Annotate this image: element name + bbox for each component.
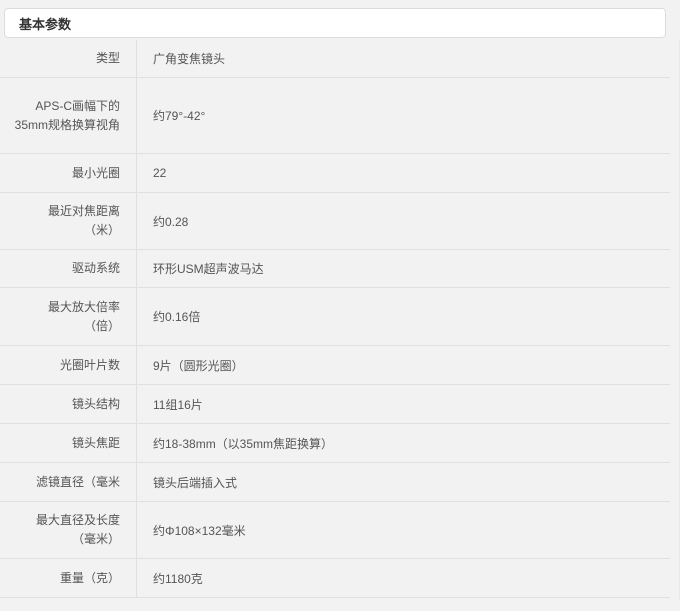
spec-row-dimensions: 最大直径及长度（毫米） 约Φ108×132毫米 xyxy=(0,502,670,559)
spec-label: 滤镜直径（毫米 xyxy=(0,463,137,501)
spec-value: 环形USM超声波马达 xyxy=(153,262,264,276)
spec-row-filter: 滤镜直径（毫米 镜头后端插入式 xyxy=(0,463,670,502)
spec-row-magnification: 最大放大倍率（倍） 约0.16倍 xyxy=(0,288,670,346)
spec-label: 最大放大倍率（倍） xyxy=(0,288,137,345)
spec-row-drive: 驱动系统 环形USM超声波马达 xyxy=(0,250,670,288)
spec-row-focal-length: 镜头焦距 约18-38mm（以35mm焦距换算） xyxy=(0,424,670,463)
spec-value: 镜头后端插入式 xyxy=(153,475,238,490)
spec-label: 最近对焦距离（米） xyxy=(0,193,137,249)
spec-label-text: APS-C画幅下的35mm规格换算视角 xyxy=(14,98,120,132)
spec-value: 9片（圆形光圈） xyxy=(153,358,244,373)
spec-row-min-aperture: 最小光圈 22 xyxy=(0,154,670,193)
spec-row-construction: 镜头结构 11组16片 xyxy=(0,385,670,424)
spec-value: 约Φ108×132毫米 xyxy=(153,523,246,538)
spec-label: 最小光圈 xyxy=(0,154,137,192)
spec-row-weight: 重量（克） 约1180克 xyxy=(0,559,670,598)
spec-label-text: 最大直径及长度（毫米） xyxy=(35,513,120,546)
spec-row-min-focus: 最近对焦距离（米） 约0.28 xyxy=(0,193,670,250)
spec-row-view-angle: APS-C画幅下的35mm规格换算视角 约79°-42° xyxy=(0,78,670,154)
spec-value: 约18-38mm（以35mm焦距换算） xyxy=(153,436,334,451)
spec-label: 镜头焦距 xyxy=(0,424,137,462)
spec-panel: 基本参数 类型 广角变焦镜头 APS-C画幅下的35mm规格换算视角 约79°-… xyxy=(0,0,680,611)
spec-value: 广角变焦镜头 xyxy=(153,52,226,66)
spec-value: 22 xyxy=(153,166,167,180)
section-header: 基本参数 xyxy=(4,8,666,38)
spec-value: 约0.16倍 xyxy=(153,310,201,324)
spec-label: 重量（克） xyxy=(0,559,137,597)
spec-label: APS-C画幅下的35mm规格换算视角 xyxy=(0,78,137,153)
spec-label: 类型 xyxy=(0,40,137,77)
spec-row-type: 类型 广角变焦镜头 xyxy=(0,40,670,78)
spec-label: 光圈叶片数 xyxy=(0,346,137,384)
spec-label: 镜头结构 xyxy=(0,385,137,423)
spec-label-text: 最近对焦距离（米） xyxy=(47,204,120,237)
section-title: 基本参数 xyxy=(19,16,72,32)
spec-label-text: 最大放大倍率（倍） xyxy=(47,299,120,333)
spec-value: 约79°-42° xyxy=(153,109,206,123)
spec-label: 驱动系统 xyxy=(0,250,137,287)
spec-value: 11组16片 xyxy=(153,397,203,412)
spec-table: 类型 广角变焦镜头 APS-C画幅下的35mm规格换算视角 约79°-42° 最… xyxy=(0,40,670,598)
spec-row-blades: 光圈叶片数 9片（圆形光圈） xyxy=(0,346,670,385)
spec-value: 约0.28 xyxy=(153,214,189,229)
spec-value: 约1180克 xyxy=(153,571,203,586)
spec-label: 最大直径及长度（毫米） xyxy=(0,502,137,558)
